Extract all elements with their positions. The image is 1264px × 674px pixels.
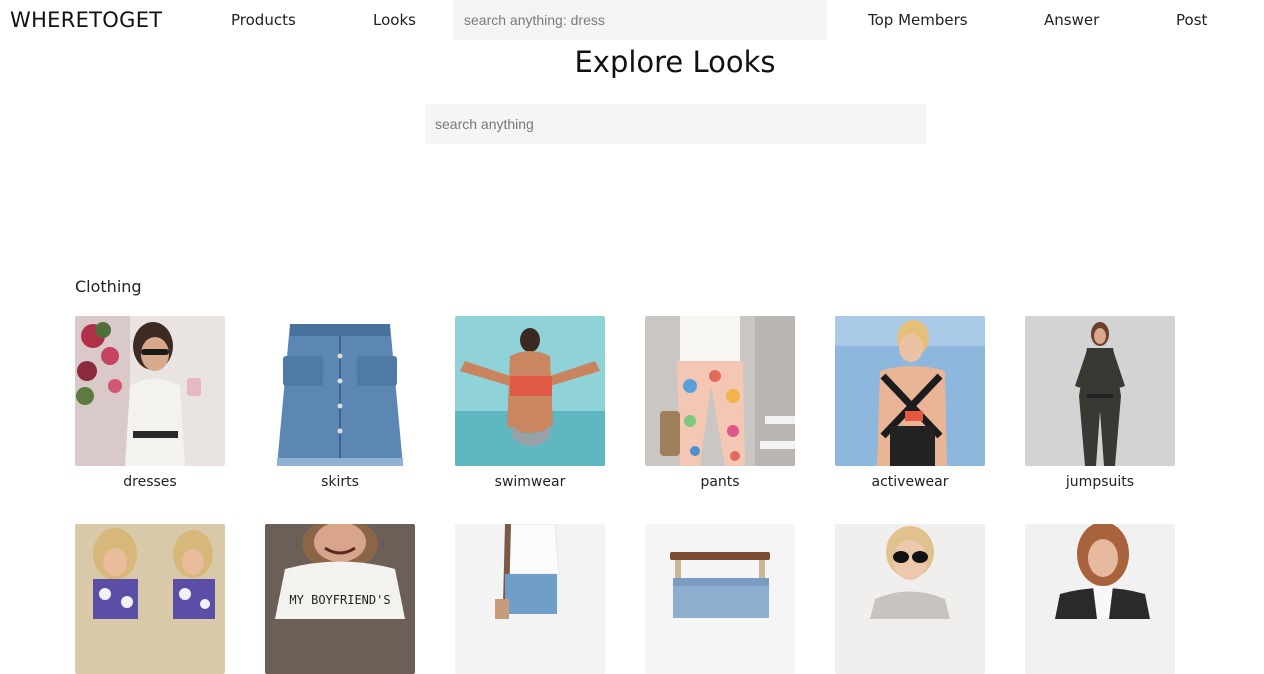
jacket-woman-photo[interactable] bbox=[1025, 524, 1175, 674]
nav-answer[interactable]: Answer bbox=[1044, 11, 1099, 29]
category-label[interactable]: skirts bbox=[265, 474, 415, 490]
nav-products[interactable]: Products bbox=[231, 11, 296, 29]
floral-top-photo[interactable] bbox=[75, 524, 225, 674]
header-search-input[interactable] bbox=[453, 0, 827, 40]
category-card-9[interactable] bbox=[455, 524, 605, 674]
denim-skirt-photo[interactable] bbox=[265, 316, 415, 466]
category-label[interactable]: activewear bbox=[835, 474, 985, 490]
activewear-photo[interactable] bbox=[835, 316, 985, 466]
category-grid: dresses skirts swimwear pants activewear… bbox=[75, 316, 1175, 674]
section-title-clothing: Clothing bbox=[75, 277, 142, 296]
category-card-activewear[interactable]: activewear bbox=[835, 316, 985, 490]
category-card-7[interactable] bbox=[75, 524, 225, 674]
nav-looks[interactable]: Looks bbox=[373, 11, 416, 29]
sunglasses-woman-photo[interactable] bbox=[835, 524, 985, 674]
category-card-dresses[interactable]: dresses bbox=[75, 316, 225, 490]
looks-search-input[interactable] bbox=[425, 104, 926, 144]
nav-top-members[interactable]: Top Members bbox=[868, 11, 968, 29]
page-title: Explore Looks bbox=[574, 45, 776, 79]
white-tee-jeans-photo[interactable] bbox=[455, 524, 605, 674]
swimwear-beach-photo[interactable] bbox=[455, 316, 605, 466]
floral-pants-photo[interactable] bbox=[645, 316, 795, 466]
category-card-8[interactable]: MY BOYFRIEND'S bbox=[265, 524, 415, 674]
category-label[interactable]: jumpsuits bbox=[1025, 474, 1175, 490]
boyfriend-tee-photo[interactable]: MY BOYFRIEND'S bbox=[265, 524, 415, 674]
category-card-jumpsuits[interactable]: jumpsuits bbox=[1025, 316, 1175, 490]
category-card-swimwear[interactable]: swimwear bbox=[455, 316, 605, 490]
nav-post[interactable]: Post bbox=[1176, 11, 1207, 29]
category-label[interactable]: swimwear bbox=[455, 474, 605, 490]
category-card-12[interactable] bbox=[1025, 524, 1175, 674]
category-label[interactable]: pants bbox=[645, 474, 795, 490]
site-logo[interactable]: WHERETOGET bbox=[10, 8, 162, 32]
category-card-pants[interactable]: pants bbox=[645, 316, 795, 490]
jumpsuit-photo[interactable] bbox=[1025, 316, 1175, 466]
jeans-on-hanger-photo[interactable] bbox=[645, 524, 795, 674]
category-card-skirts[interactable]: skirts bbox=[265, 316, 415, 490]
woman-white-dress-photo[interactable] bbox=[75, 316, 225, 466]
category-card-11[interactable] bbox=[835, 524, 985, 674]
category-label[interactable]: dresses bbox=[75, 474, 225, 490]
category-card-10[interactable] bbox=[645, 524, 795, 674]
tshirt-print-text: MY BOYFRIEND'S bbox=[289, 593, 390, 607]
